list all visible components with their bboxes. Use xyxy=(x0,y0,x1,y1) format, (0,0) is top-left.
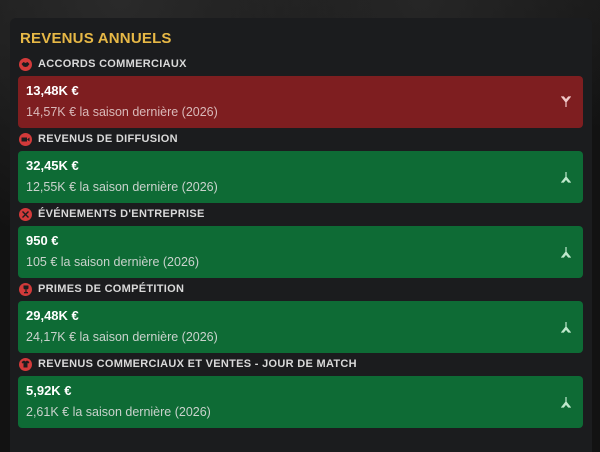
section-matchday-commercial: REVENUS COMMERCIAUX ET VENTES - JOUR DE … xyxy=(18,354,583,428)
previous-season-value: 24,17K € la saison dernière (2026) xyxy=(26,330,218,344)
section-header: REVENUS DE DIFFUSION xyxy=(18,129,583,149)
section-title: ÉVÉNEMENTS D'ENTREPRISE xyxy=(38,208,205,220)
broadcast-camera-icon xyxy=(19,132,32,146)
shirt-icon xyxy=(19,357,32,371)
trend-up-icon xyxy=(561,247,571,258)
section-title: PRIMES DE COMPÉTITION xyxy=(38,283,185,295)
section-header: REVENUS COMMERCIAUX ET VENTES - JOUR DE … xyxy=(18,354,583,374)
section-header: ACCORDS COMMERCIAUX xyxy=(18,54,583,74)
previous-season-value: 14,57K € la saison dernière (2026) xyxy=(26,105,218,119)
revenue-card[interactable]: 5,92K € 2,61K € la saison dernière (2026… xyxy=(18,376,583,428)
revenue-card[interactable]: 29,48K € 24,17K € la saison dernière (20… xyxy=(18,301,583,353)
section-header: PRIMES DE COMPÉTITION xyxy=(18,279,583,299)
section-commercial-deals: ACCORDS COMMERCIAUX 13,48K € 14,57K € la… xyxy=(18,54,583,128)
revenue-card[interactable]: 13,48K € 14,57K € la saison dernière (20… xyxy=(18,76,583,128)
revenue-card[interactable]: 950 € 105 € la saison dernière (2026) xyxy=(18,226,583,278)
trend-down-icon xyxy=(561,96,571,107)
trophy-icon xyxy=(19,282,32,296)
trend-up-icon xyxy=(561,172,571,183)
section-competition-prizes: PRIMES DE COMPÉTITION 29,48K € 24,17K € … xyxy=(18,279,583,353)
cutlery-icon xyxy=(19,207,32,221)
current-value: 5,92K € xyxy=(26,383,72,398)
section-corporate-events: ÉVÉNEMENTS D'ENTREPRISE 950 € 105 € la s… xyxy=(18,204,583,278)
trend-up-icon xyxy=(561,322,571,333)
current-value: 32,45K € xyxy=(26,158,79,173)
current-value: 950 € xyxy=(26,233,59,248)
current-value: 29,48K € xyxy=(26,308,79,323)
annual-revenue-panel: REVENUS ANNUELS ACCORDS COMMERCIAUX 13,4… xyxy=(10,18,592,452)
section-title: ACCORDS COMMERCIAUX xyxy=(38,58,187,70)
previous-season-value: 12,55K € la saison dernière (2026) xyxy=(26,180,218,194)
previous-season-value: 105 € la saison dernière (2026) xyxy=(26,255,200,269)
previous-season-value: 2,61K € la saison dernière (2026) xyxy=(26,405,211,419)
section-title: REVENUS DE DIFFUSION xyxy=(38,133,178,145)
handshake-icon xyxy=(19,57,32,71)
section-title: REVENUS COMMERCIAUX ET VENTES - JOUR DE … xyxy=(38,358,357,370)
current-value: 13,48K € xyxy=(26,83,79,98)
revenue-card[interactable]: 32,45K € 12,55K € la saison dernière (20… xyxy=(18,151,583,203)
section-broadcast-revenue: REVENUS DE DIFFUSION 32,45K € 12,55K € l… xyxy=(18,129,583,203)
trend-up-icon xyxy=(561,397,571,408)
panel-title: REVENUS ANNUELS xyxy=(20,30,172,47)
section-header: ÉVÉNEMENTS D'ENTREPRISE xyxy=(18,204,583,224)
